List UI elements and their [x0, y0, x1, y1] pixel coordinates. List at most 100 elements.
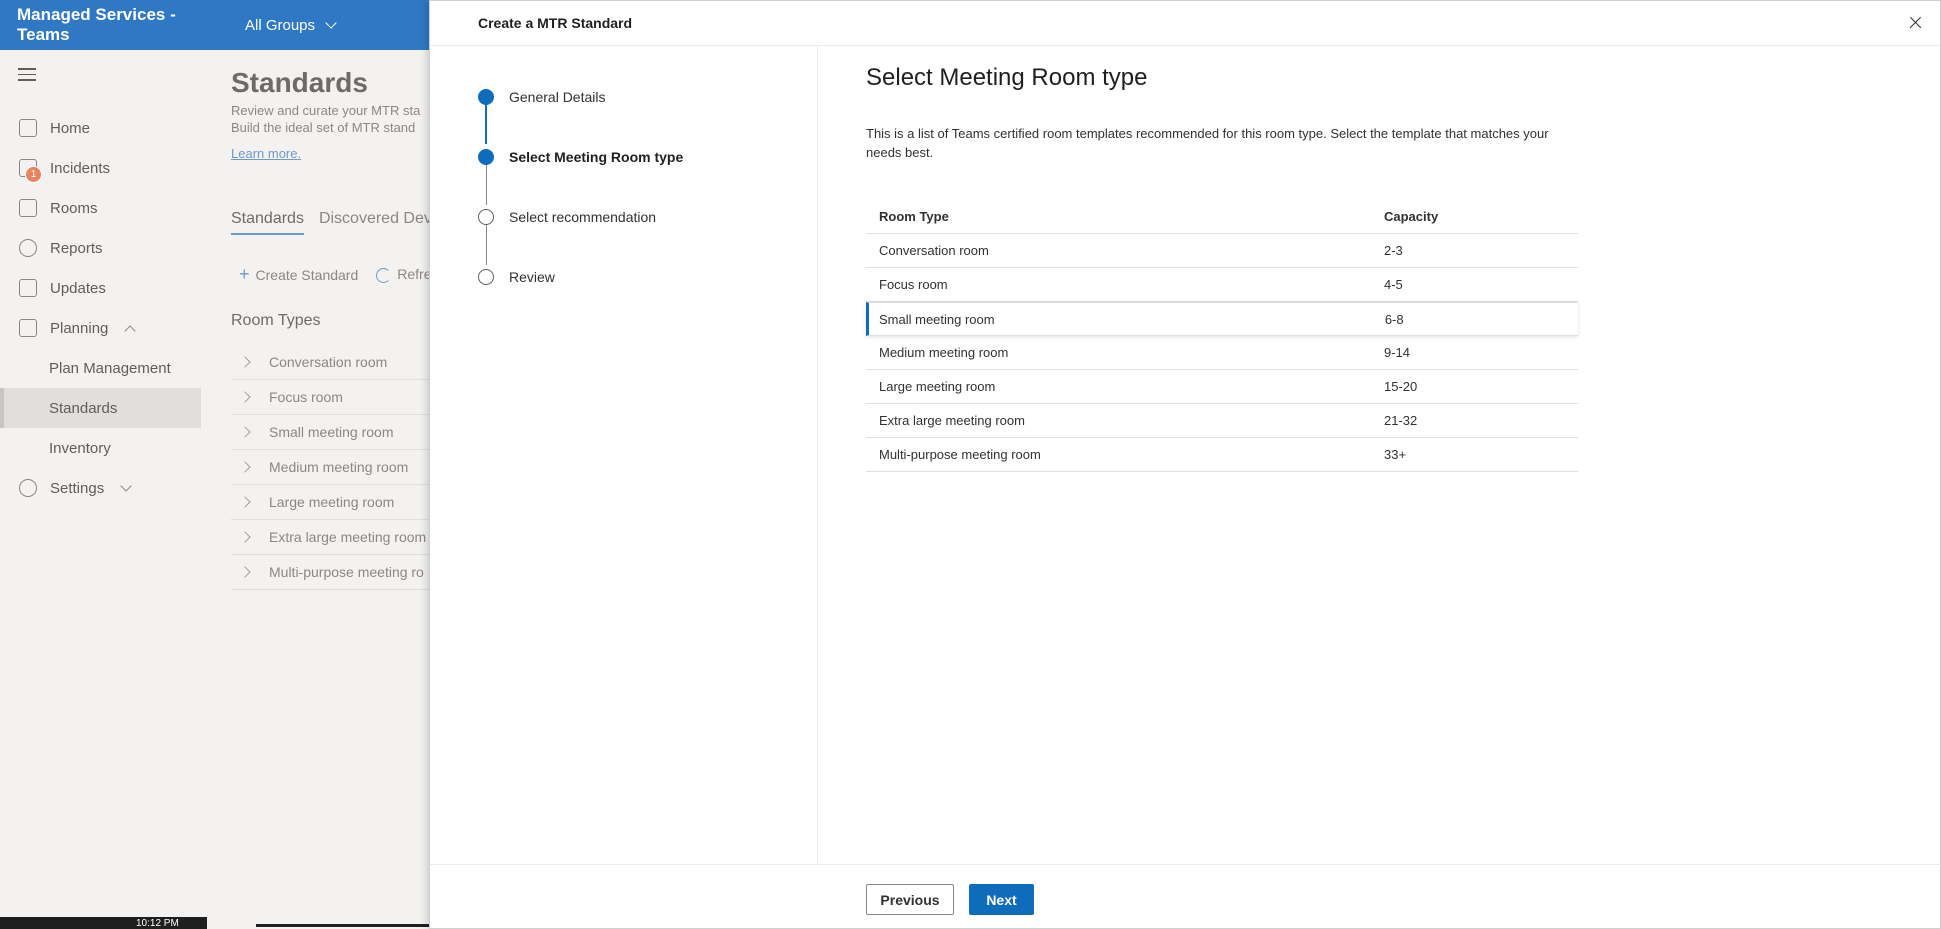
nav-item-label: Rooms	[50, 199, 98, 217]
room-type-cell: Medium meeting room	[879, 345, 1009, 360]
step-review[interactable]: Review	[478, 269, 555, 285]
list-item-label: Small meeting room	[269, 424, 394, 440]
panel-header: Create a MTR Standard	[430, 1, 1940, 46]
list-item[interactable]: Medium meeting room	[231, 450, 431, 485]
column-header-capacity[interactable]: Capacity	[1384, 209, 1578, 224]
step-select-recommendation[interactable]: Select recommendation	[478, 209, 656, 225]
room-type-cell: Conversation room	[879, 243, 989, 258]
step-pending-indicator	[478, 209, 494, 225]
step-label: General Details	[509, 89, 606, 105]
nav-item-planning[interactable]: Planning	[0, 308, 201, 348]
refresh-button[interactable]: Refre	[376, 266, 431, 283]
nav-item-label: Inventory	[49, 439, 111, 457]
tab-discovered-devices[interactable]: Discovered Dev	[319, 210, 431, 235]
chevron-right-icon	[239, 356, 251, 368]
create-standard-button[interactable]: + Create Standard	[239, 264, 358, 285]
page-tabs: Standards Discovered Dev	[231, 210, 431, 235]
group-selector-label: All Groups	[245, 16, 316, 34]
capacity-cell: 6-8	[1384, 311, 1404, 327]
chevron-down-icon	[325, 16, 337, 29]
create-standard-panel: Create a MTR Standard General Details Se…	[429, 0, 1941, 929]
nav-item-updates[interactable]: Updates	[0, 268, 201, 308]
learn-more-link[interactable]: Learn more.	[231, 146, 301, 161]
list-item[interactable]: Large meeting room	[231, 485, 431, 520]
capacity-cell: 15-20	[1384, 379, 1418, 394]
capacity-cell: 9-14	[1384, 345, 1411, 360]
nav-item-label: Reports	[50, 239, 103, 257]
nav-item-label: Home	[50, 119, 91, 137]
table-row[interactable]: Large meeting room 15-20	[866, 370, 1578, 404]
list-item-label: Extra large meeting room	[269, 529, 427, 545]
updates-icon	[19, 279, 37, 297]
room-type-cell: Small meeting room	[879, 311, 995, 327]
capacity-cell: 21-32	[1384, 413, 1418, 428]
nav-item-incidents[interactable]: 1 Incidents	[0, 148, 201, 188]
nav-item-label: Updates	[50, 279, 106, 297]
create-standard-label: Create Standard	[255, 267, 359, 283]
table-row[interactable]: Medium meeting room 9-14	[866, 336, 1578, 370]
nav-item-inventory[interactable]: Inventory	[0, 428, 201, 468]
room-type-cell: Multi-purpose meeting room	[879, 447, 1041, 462]
room-type-cell: Large meeting room	[879, 379, 996, 394]
content-description: This is a list of Teams certified room t…	[866, 126, 1549, 160]
app-title[interactable]: Managed Services - Teams	[0, 5, 230, 45]
nav-item-label: Settings	[50, 479, 105, 497]
taskbar-clock: 10:12 PM	[136, 918, 179, 929]
close-icon[interactable]	[1900, 8, 1930, 38]
room-type-table: Room Type Capacity Conversation room 2-3 F…	[866, 200, 1578, 472]
table-row[interactable]: Multi-purpose meeting room 33+	[866, 438, 1578, 472]
chevron-right-icon	[239, 496, 251, 508]
room-type-cell: Extra large meeting room	[879, 413, 1025, 428]
nav-item-rooms[interactable]: Rooms	[0, 188, 201, 228]
column-header-room-type[interactable]: Room Type	[866, 209, 1384, 224]
step-pending-indicator	[478, 269, 494, 285]
nav-item-home[interactable]: Home	[0, 108, 201, 148]
home-icon	[19, 119, 37, 137]
capacity-cell: 33+	[1384, 447, 1407, 462]
step-label: Review	[509, 269, 555, 285]
table-row[interactable]: Focus room 4-5	[866, 268, 1578, 302]
step-label: Select Meeting Room type	[509, 149, 684, 165]
chevron-right-icon	[239, 461, 251, 473]
table-row[interactable]: Small meeting room 6-8	[866, 302, 1578, 336]
table-row[interactable]: Extra large meeting room 21-32	[866, 404, 1578, 438]
group-selector[interactable]: All Groups	[245, 16, 337, 34]
nav-item-reports[interactable]: Reports	[0, 228, 201, 268]
chevron-right-icon	[239, 426, 251, 438]
nav-item-label: Standards	[49, 399, 118, 417]
next-button[interactable]: Next	[969, 884, 1034, 915]
nav-item-label: Plan Management	[49, 359, 171, 377]
refresh-label: Refre	[397, 266, 431, 283]
page-title: Standards	[231, 67, 368, 98]
nav-item-standards[interactable]: Standards	[0, 388, 201, 428]
previous-button[interactable]: Previous	[866, 884, 954, 915]
rooms-icon	[19, 199, 37, 217]
step-current-indicator	[478, 149, 494, 165]
chevron-right-icon	[239, 391, 251, 403]
list-item-label: Conversation room	[269, 354, 388, 370]
tab-standards[interactable]: Standards	[231, 210, 304, 235]
step-complete-indicator	[478, 89, 494, 105]
hamburger-menu-icon[interactable]	[18, 68, 36, 85]
list-item[interactable]: Focus room	[231, 380, 431, 415]
table-row[interactable]: Conversation room 2-3	[866, 234, 1578, 268]
nav-item-plan-management[interactable]: Plan Management	[0, 348, 201, 388]
content-heading: Select Meeting Room type	[866, 64, 1148, 91]
nav-item-label: Incidents	[50, 159, 111, 177]
chevron-down-icon	[120, 479, 132, 492]
capacity-cell: 2-3	[1384, 243, 1403, 258]
list-item-label: Medium meeting room	[269, 459, 409, 475]
list-item[interactable]: Extra large meeting room	[231, 520, 431, 555]
list-item[interactable]: Small meeting room	[231, 415, 431, 450]
list-item-label: Focus room	[269, 389, 343, 405]
step-select-meeting-room-type[interactable]: Select Meeting Room type	[478, 149, 683, 165]
step-label: Select recommendation	[509, 209, 657, 225]
room-type-cell: Focus room	[879, 277, 948, 292]
step-general-details[interactable]: General Details	[478, 89, 606, 105]
nav-item-settings[interactable]: Settings	[0, 468, 201, 508]
incident-count-badge: 1	[25, 166, 42, 183]
list-item[interactable]: Multi-purpose meeting ro	[231, 555, 431, 590]
list-item-label: Multi-purpose meeting ro	[269, 564, 424, 580]
panel-footer: Previous Next	[430, 864, 1941, 929]
list-item[interactable]: Conversation room	[231, 345, 431, 380]
